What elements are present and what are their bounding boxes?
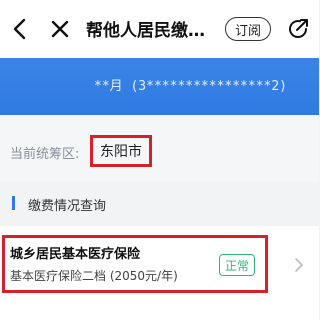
close-icon [51, 20, 69, 38]
region-label: 当前统筹区: [10, 147, 80, 162]
chevron-left-icon [13, 18, 26, 40]
section-title: 缴费情况查询 [28, 199, 107, 214]
page-title: 帮他人居民缴… [86, 21, 205, 41]
top-navigation-bar: 帮他人居民缴… 订阅 [0, 0, 319, 58]
share-button[interactable] [284, 15, 312, 43]
insurance-name: 城乡居民基本医疗保险 [10, 247, 141, 262]
status-badge: 正常 [219, 254, 255, 276]
subscribe-button[interactable]: 订阅 [225, 17, 271, 41]
insurance-list-item[interactable]: 城乡居民基本医疗保险 基本医疗保险二档 (2050元/年) 正常 [0, 226, 319, 320]
region-value: 东阳市 [90, 135, 152, 167]
close-button[interactable] [46, 14, 74, 44]
section-accent-bar [12, 196, 15, 210]
region-panel: 当前统筹区: 东阳市 [0, 115, 319, 182]
insured-id-text: **月 (3****************2) [94, 79, 288, 94]
share-icon [289, 19, 308, 38]
insured-info-banner: **月 (3****************2) [0, 58, 319, 115]
back-button[interactable] [6, 14, 34, 44]
payment-query-section-header: 缴费情况查询 [0, 182, 319, 222]
chevron-right-icon[interactable] [292, 256, 306, 274]
insurance-detail: 基本医疗保险二档 (2050元/年) [10, 269, 178, 283]
